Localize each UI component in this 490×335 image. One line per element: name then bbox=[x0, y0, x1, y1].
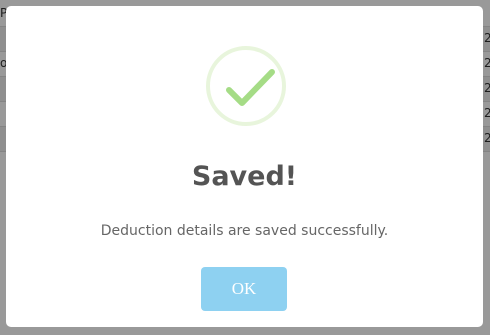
checkmark-icon-graphic bbox=[226, 69, 275, 106]
dialog-title: Saved! bbox=[191, 161, 298, 192]
checkmark-icon bbox=[206, 46, 286, 126]
ok-button[interactable]: OK bbox=[201, 267, 287, 311]
success-dialog: Saved! Deduction details are saved succe… bbox=[6, 6, 483, 327]
dialog-message: Deduction details are saved successfully… bbox=[100, 223, 389, 239]
